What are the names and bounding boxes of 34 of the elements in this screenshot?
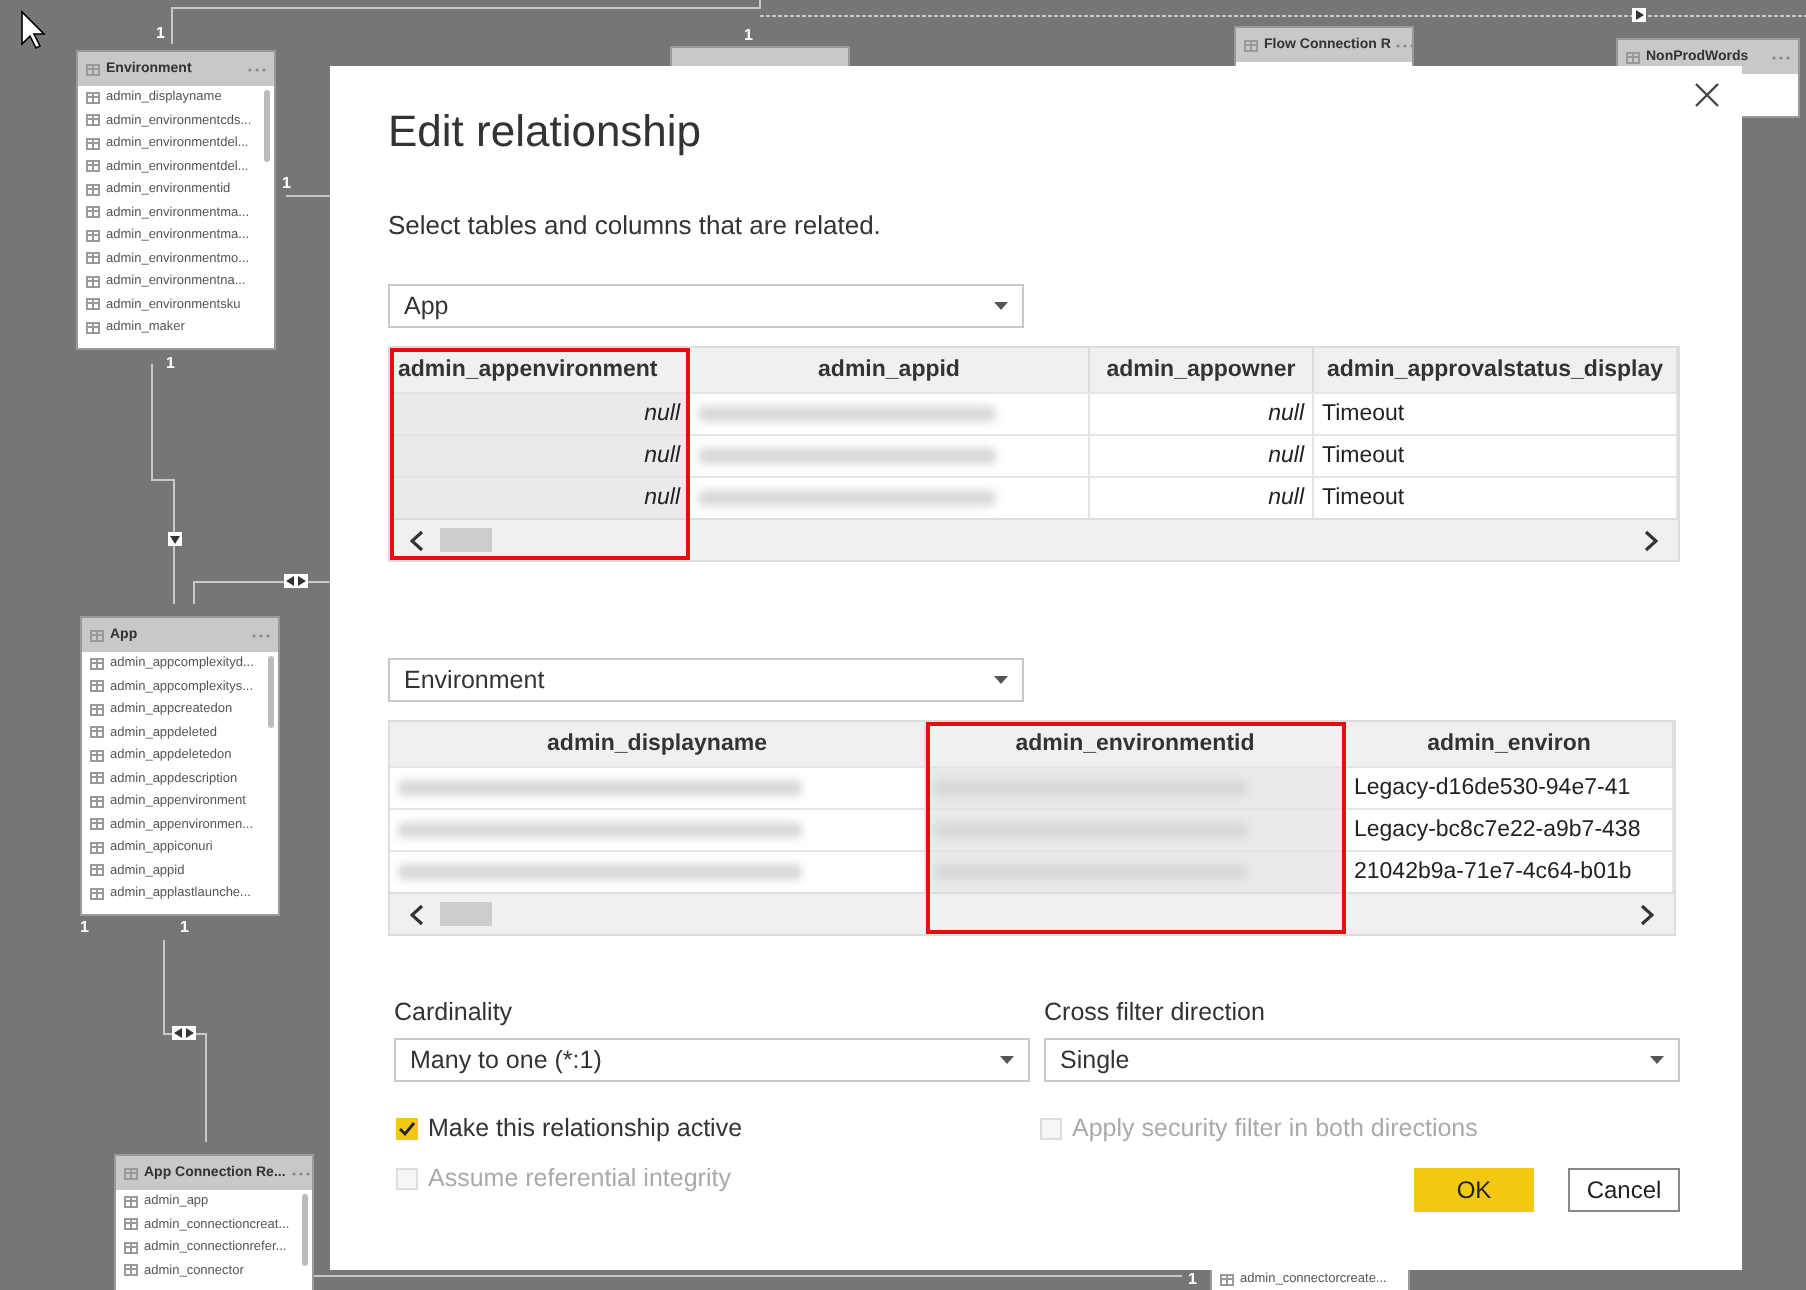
table-dropdown[interactable]: App bbox=[388, 284, 1024, 328]
column-header[interactable]: admin_environ bbox=[1346, 722, 1674, 766]
table-cell: null bbox=[390, 434, 690, 476]
checkbox-label: Assume referential integrity bbox=[428, 1164, 731, 1192]
cardinality-label: 1 bbox=[282, 174, 291, 192]
table-cell: null bbox=[1090, 392, 1314, 434]
cardinality-label: 1 bbox=[156, 24, 165, 42]
checkbox-label: Apply security filter in both directions bbox=[1072, 1114, 1478, 1142]
cardinality-label: 1 bbox=[166, 354, 175, 372]
column-header[interactable]: admin_approvalstatus_display bbox=[1314, 348, 1678, 392]
table-cell: Legacy-bc8c7e22-a9b7-438 bbox=[1346, 808, 1674, 850]
cancel-button[interactable]: Cancel bbox=[1568, 1168, 1680, 1212]
cardinality-dropdown[interactable]: Many to one (*:1) bbox=[394, 1038, 1030, 1082]
cardinality-label: 1 bbox=[80, 918, 89, 936]
table-cell: Timeout bbox=[1314, 392, 1678, 434]
table-cell: null bbox=[1090, 434, 1314, 476]
table-cell: null bbox=[390, 392, 690, 434]
column-header[interactable]: admin_appowner bbox=[1090, 348, 1314, 392]
checkbox-label: Make this relationship active bbox=[428, 1114, 743, 1142]
cardinality-label: 1 bbox=[180, 918, 189, 936]
table-cell: Timeout bbox=[1314, 434, 1678, 476]
cardinality-label: 1 bbox=[1188, 1270, 1197, 1288]
dialog-subtitle: Select tables and columns that are related. bbox=[388, 210, 883, 242]
cardinality-label: 1 bbox=[744, 26, 753, 44]
dialog-title: Edit relationship bbox=[388, 106, 704, 160]
table-cell: null bbox=[390, 476, 690, 518]
column-header[interactable]: admin_appid bbox=[690, 348, 1090, 392]
table-cell: Legacy-d16de530-94e7-41 bbox=[1346, 766, 1674, 808]
field-label: Cardinality bbox=[394, 998, 515, 1026]
ok-button[interactable]: OK bbox=[1414, 1168, 1534, 1212]
cross-filter-dropdown[interactable]: Single bbox=[1044, 1038, 1680, 1082]
field-label: Cross filter direction bbox=[1044, 998, 1267, 1026]
column-header[interactable]: admin_displayname bbox=[390, 722, 926, 766]
table-dropdown[interactable]: Environment bbox=[388, 658, 1024, 702]
